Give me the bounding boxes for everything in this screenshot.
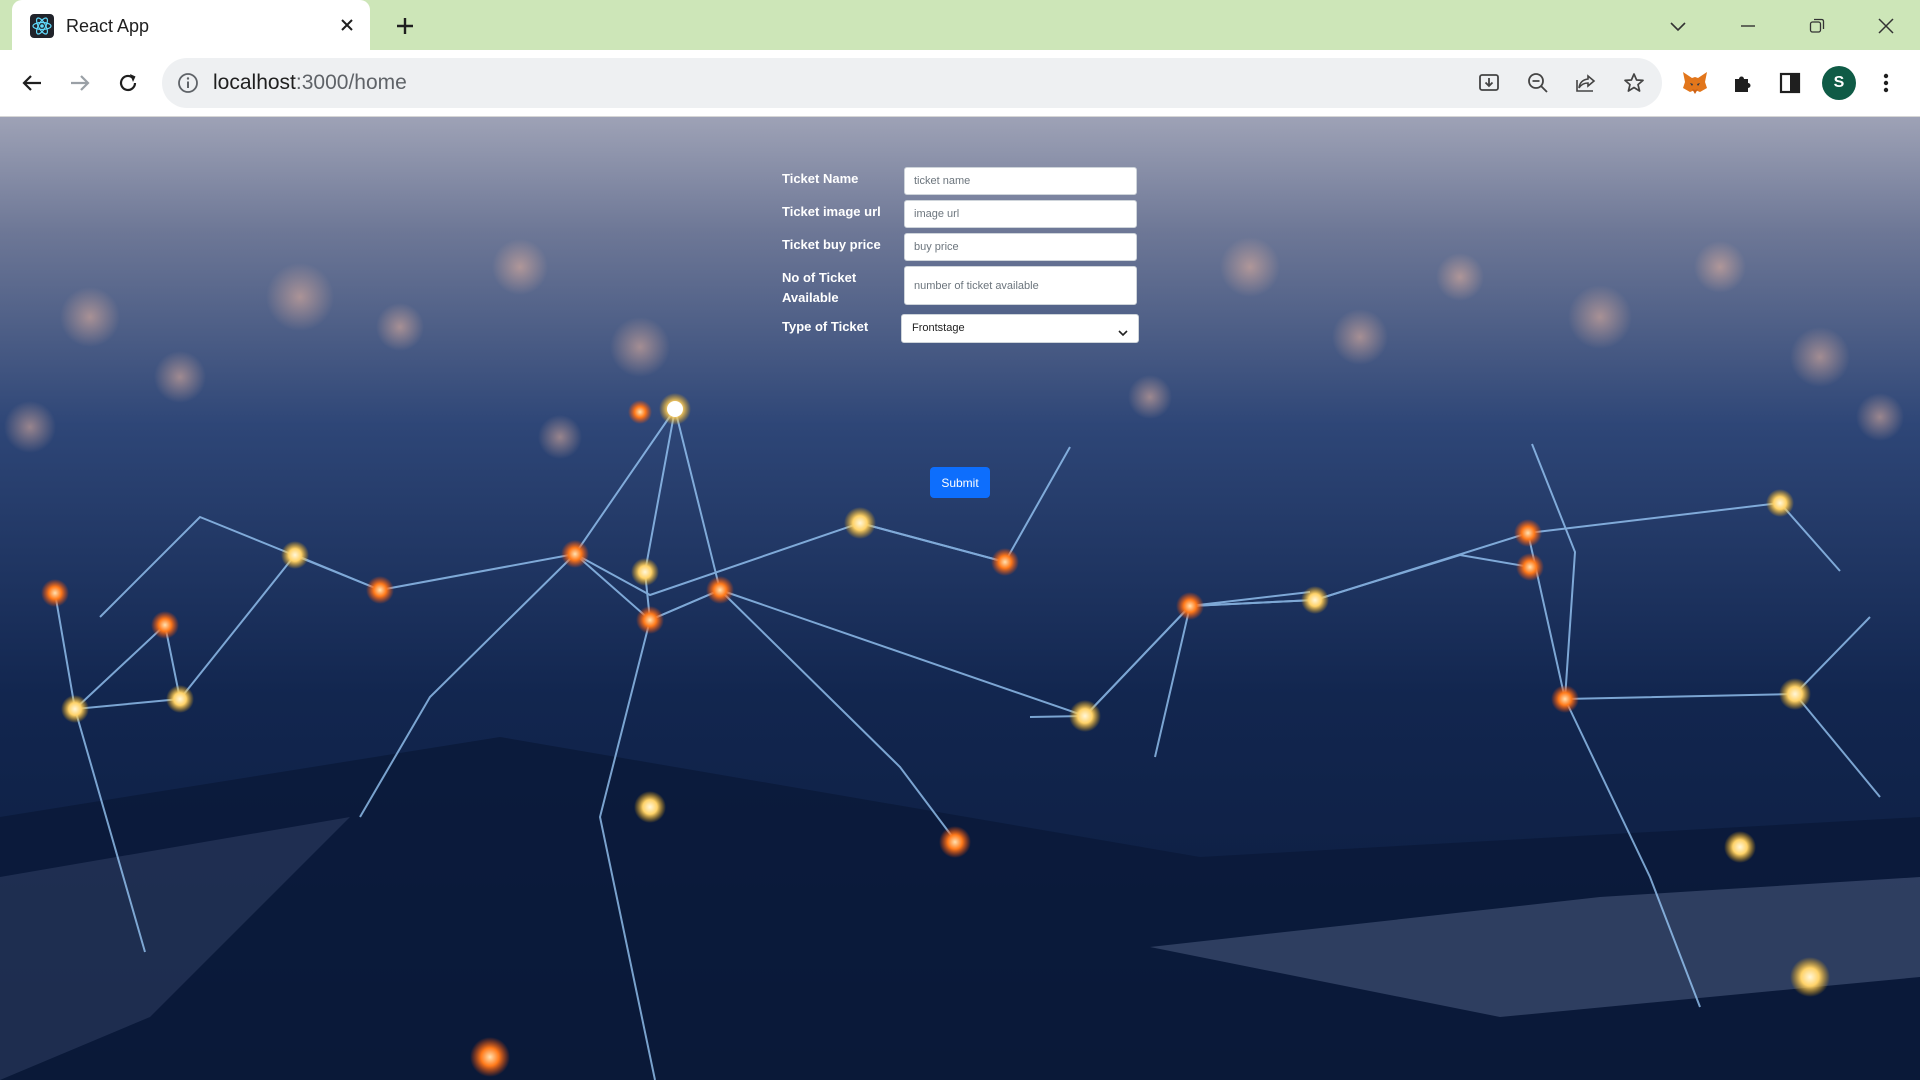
sidepanel-icon[interactable] <box>1772 65 1808 101</box>
close-window-icon[interactable] <box>1866 9 1906 43</box>
buy-price-input[interactable] <box>904 233 1137 261</box>
image-url-label: Ticket image url <box>782 204 881 219</box>
available-label-line2: Available <box>782 290 839 305</box>
back-arrow-icon[interactable] <box>14 65 50 101</box>
reload-icon[interactable] <box>110 65 146 101</box>
tab-title: React App <box>66 16 150 36</box>
star-icon[interactable] <box>1618 67 1650 99</box>
ticket-type-select[interactable]: Frontstage <box>901 314 1139 343</box>
image-url-input[interactable] <box>904 200 1137 228</box>
restore-icon[interactable] <box>1797 9 1837 43</box>
browser-toolbar: localhost:3000/home S <box>0 50 1920 117</box>
info-icon[interactable] <box>176 71 200 95</box>
metamask-icon[interactable] <box>1677 65 1713 101</box>
zoom-out-icon[interactable] <box>1522 67 1554 99</box>
url-path: :3000/home <box>295 71 407 94</box>
chevron-down-icon[interactable] <box>1658 9 1698 43</box>
network-background-image <box>0 117 1920 1080</box>
available-input[interactable] <box>904 266 1137 305</box>
minimize-icon[interactable] <box>1728 9 1768 43</box>
ticket-type-value: Frontstage <box>912 322 965 334</box>
address-bar[interactable]: localhost:3000/home <box>162 58 1662 108</box>
tab-strip: React App <box>0 0 1920 51</box>
ticket-name-input[interactable] <box>904 167 1137 195</box>
install-icon[interactable] <box>1473 67 1505 99</box>
buy-price-label: Ticket buy price <box>782 237 881 252</box>
puzzle-icon[interactable] <box>1725 65 1761 101</box>
browser-tab[interactable]: React App <box>12 0 370 51</box>
share-icon[interactable] <box>1570 67 1602 99</box>
page-viewport: Ticket Name Ticket image url Ticket buy … <box>0 117 1920 1080</box>
available-label: No of Ticket Available <box>782 268 900 308</box>
available-label-line1: No of Ticket <box>782 270 857 285</box>
close-icon[interactable] <box>334 12 360 38</box>
chevron-down-icon <box>1117 323 1129 337</box>
more-vert-icon[interactable] <box>1868 65 1904 101</box>
ticket-name-label: Ticket Name <box>782 171 859 186</box>
url-host: localhost <box>213 71 296 94</box>
ticket-type-label: Type of Ticket <box>782 319 869 334</box>
react-favicon-icon <box>30 14 54 38</box>
forward-arrow-icon[interactable] <box>62 65 98 101</box>
profile-avatar[interactable]: S <box>1822 66 1856 100</box>
submit-button[interactable]: Submit <box>930 467 990 498</box>
plus-icon[interactable] <box>390 11 420 41</box>
url-text: localhost:3000/home <box>213 71 407 95</box>
